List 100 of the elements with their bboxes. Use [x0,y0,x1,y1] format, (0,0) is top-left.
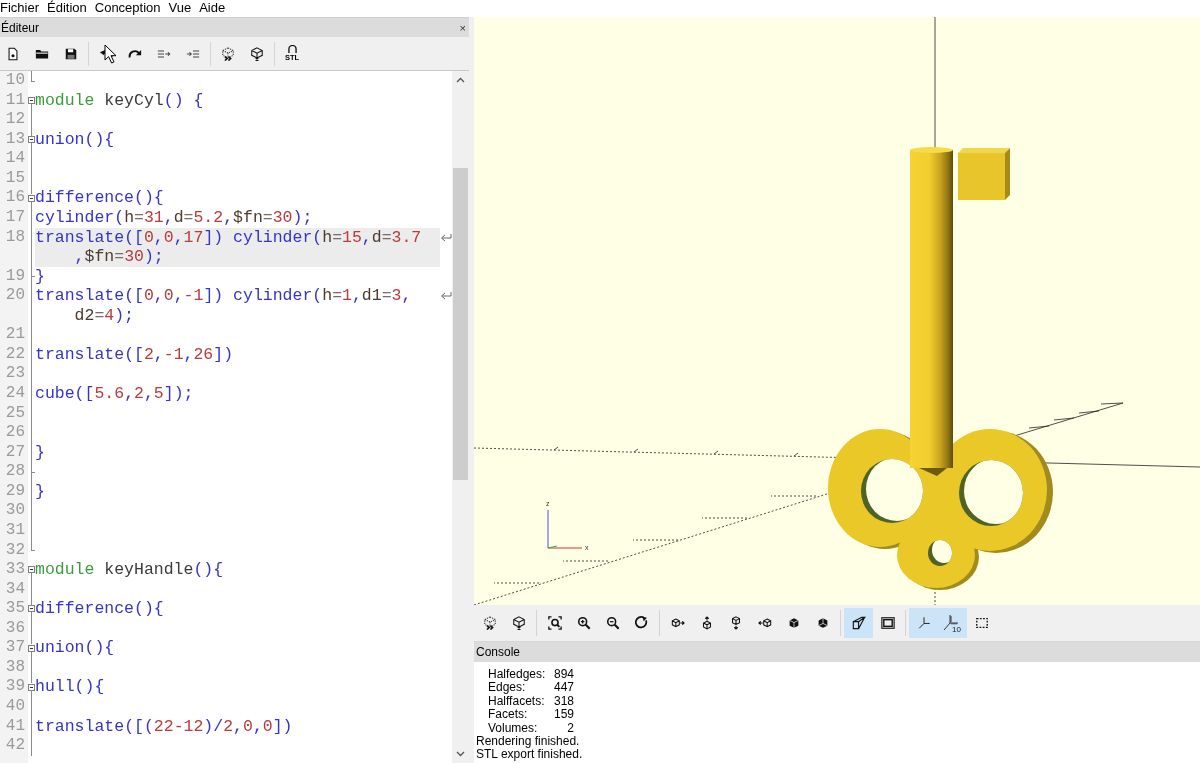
code-line: } [35,481,46,502]
line-number: 39 [4,677,26,697]
line-number: 12 [4,110,26,130]
code-line: translate([2,-1,26]) [35,344,235,365]
code-line: translate([(22-12)/2,0,0]) [35,716,294,737]
line-number: 17 [4,207,26,228]
cube-arrow-left-icon [757,616,772,630]
cube-hourglass-icon [511,616,526,630]
line-number: 30 [4,501,26,521]
line-number: 42 [4,736,26,756]
stat-label: Volumes: [488,721,539,736]
fold-minus-icon[interactable] [28,683,35,691]
line-number: 14 [4,149,26,169]
line-number: 37 [4,638,26,658]
line-number: 20 [4,286,26,307]
nested-rectangles-icon [880,616,895,630]
line-number: 24 [4,384,26,404]
code-line: hull(){ [35,677,106,697]
mouse-pointer-icon [104,43,117,64]
line-number: 41 [4,716,26,737]
line-number: 32 [4,540,26,561]
code-line: } [35,266,46,287]
fold-minus-icon[interactable] [28,136,35,143]
stat-value: 894 [552,668,574,682]
line-number: 25 [4,403,26,424]
line-number: 33 [4,560,26,580]
line-number: 29 [4,481,26,502]
console-message: Rendering finished. [476,735,581,749]
line-number: 35 [4,599,26,619]
dotted-cube-chevrons-icon [221,46,235,61]
circular-arrow-icon [634,616,649,630]
scale-markers-button[interactable]: 10 [938,608,967,638]
fold-minus-icon[interactable] [28,605,35,613]
stat-value: 318 [552,694,574,709]
stat-label: Halfedges: [488,668,547,682]
stat-value: 447 [552,681,574,695]
code-line: union(){ [35,638,116,658]
panel-title: Éditeur [0,20,40,35]
fold-minus-icon[interactable] [28,566,35,574]
code-line: cube([5.6,2,5]); [35,384,195,404]
code-line: translate([0,0,-1]) cylinder(h=1,d1=3, d2=4); [35,286,413,326]
fold-minus-icon[interactable] [28,644,35,652]
line-number: 19 [4,266,26,287]
cube-hourglass-icon [250,46,264,61]
menu-item[interactable]: Aide [199,0,226,15]
line-number: 34 [4,579,26,600]
code-line: cylinder(h=31,d=5.2,$fn=30); [35,207,314,228]
code-line: union(){ [35,129,116,150]
arch-icon [286,45,298,53]
fold-minus-icon[interactable] [28,96,35,104]
chevron-down-icon[interactable] [456,751,465,757]
stat-label: Facets: [488,708,529,722]
show-axes-button[interactable] [909,608,938,638]
axes-icon [916,616,931,630]
menu-item[interactable]: Fichier [0,0,39,15]
cube-arrow-right-icon [670,616,685,630]
document-icon [6,46,20,61]
stat-label: Edges: [488,681,526,695]
line-number: 18 [4,227,26,248]
axes-indicator-drawing [547,509,583,549]
code-line: difference(){ [35,188,165,208]
chevron-up-icon[interactable] [456,77,465,83]
dashed-rectangle-icon [974,616,989,630]
line-number: 38 [4,657,26,678]
line-number: 40 [4,697,26,717]
stat-value: 159 [552,708,574,722]
menu-item[interactable]: Conception [94,0,161,15]
code-line: module keyCyl() { [35,90,205,111]
line-number: 10 [4,71,26,91]
code-line: module keyHandle(){ [35,560,225,580]
line-number: 28 [4,462,26,482]
wrap-arrow-icon [440,232,452,243]
zoom-in-icon [576,616,591,630]
zoom-out-icon [605,616,620,630]
console-message: STL export finished. [476,748,584,762]
menu-item[interactable]: Vue [168,0,192,15]
stat-label: Halffacets: [488,694,546,709]
line-number: 21 [4,325,26,345]
line-number: 26 [4,423,26,443]
line-number: 13 [4,129,26,150]
line-number: 36 [4,618,26,639]
code-line: } [35,442,46,463]
dotted-cube-chevrons-icon [482,616,497,630]
line-number: 22 [4,344,26,365]
scrollbar-thumb[interactable] [453,168,468,480]
code-line: difference(){ [35,599,165,619]
line-number: 15 [4,168,26,189]
menu-item[interactable]: Édition [47,0,87,15]
line-number: 11 [4,90,26,111]
line-number: 16 [4,188,26,208]
close-button[interactable]: × [456,21,469,34]
scrollbar[interactable] [452,71,469,763]
stat-value: 2 [566,721,574,736]
fold-minus-icon[interactable] [28,194,35,202]
perspective-button[interactable] [844,608,873,638]
panel-title: Console [475,645,521,659]
line-number: 31 [4,520,26,541]
wrap-arrow-icon [440,291,452,302]
line-number: 27 [4,442,26,463]
frustum-icon [851,616,866,630]
